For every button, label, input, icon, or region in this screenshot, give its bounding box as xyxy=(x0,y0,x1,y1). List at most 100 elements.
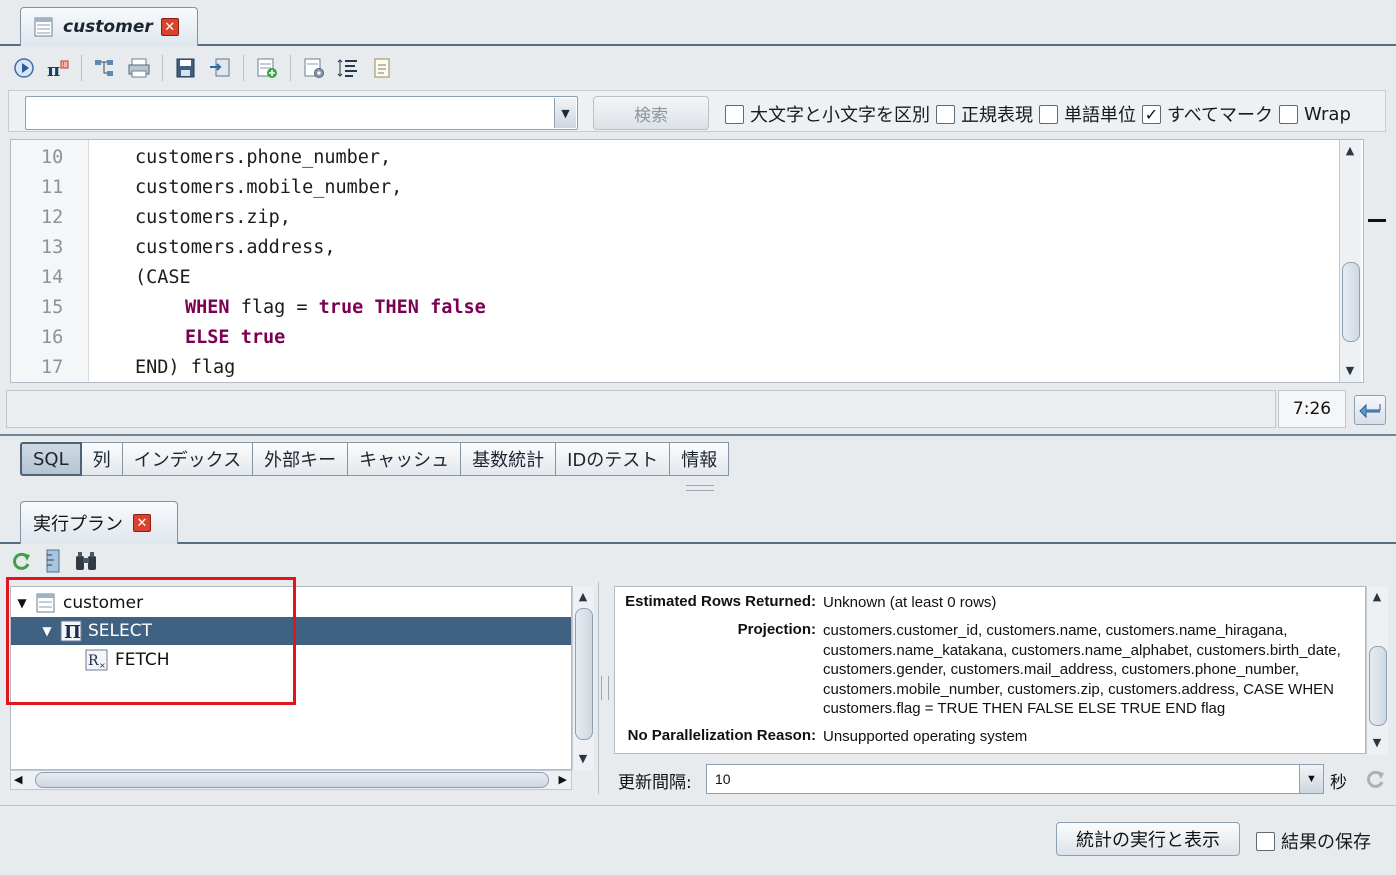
tab-0[interactable]: SQL xyxy=(20,442,82,476)
scroll-left-icon[interactable]: ◀ xyxy=(14,773,22,786)
regex-box[interactable] xyxy=(936,104,955,124)
refresh-interval-value: 10 xyxy=(715,771,731,787)
tree-icon[interactable] xyxy=(91,54,119,82)
export-icon[interactable] xyxy=(206,54,234,82)
code-text: ELSE true xyxy=(81,327,285,348)
back-button[interactable] xyxy=(1354,395,1386,425)
sql-editor[interactable]: 10 customers.phone_number, 11 customers.mob… xyxy=(10,139,1364,383)
vertical-splitter[interactable] xyxy=(598,582,599,794)
scroll-up-icon[interactable]: ▲ xyxy=(573,586,593,606)
regex-checkbox[interactable]: 正規表現 xyxy=(936,101,1033,127)
detail-key: Projection: xyxy=(737,621,816,638)
plan-tab-label: 実行プラン xyxy=(33,514,123,535)
toolbar-separator xyxy=(81,55,82,81)
search-button[interactable]: 検索 xyxy=(593,96,709,130)
code-line: 11 customers.mobile_number, xyxy=(11,172,402,202)
case-sensitive-checkbox[interactable]: 大文字と小文字を区別 xyxy=(725,101,930,127)
tree-horizontal-scrollbar[interactable]: ◀ ▶ xyxy=(10,770,572,790)
close-icon[interactable]: ✕ xyxy=(133,514,151,532)
tab-6[interactable]: IDのテスト xyxy=(556,442,671,476)
plan-tab-strip xyxy=(0,498,1396,544)
binoculars-icon[interactable] xyxy=(74,550,98,576)
mark-all-box[interactable]: ✓ xyxy=(1142,104,1161,124)
wrap-checkbox[interactable]: Wrap xyxy=(1279,104,1351,125)
scroll-thumb[interactable] xyxy=(1369,646,1387,726)
tab-1[interactable]: 列 xyxy=(81,442,123,476)
plan-tab[interactable]: 実行プラン ✕ xyxy=(20,501,178,544)
details-vertical-scrollbar[interactable]: ▲ ▼ xyxy=(1366,586,1388,754)
code-text: customers.address, xyxy=(81,237,335,258)
wrap-box[interactable] xyxy=(1279,104,1299,124)
line-number: 12 xyxy=(41,206,64,228)
line-number: 11 xyxy=(41,176,64,198)
sql-token: customers.zip, xyxy=(135,206,291,228)
scroll-up-icon[interactable]: ▲ xyxy=(1367,586,1387,606)
save-results-label: 結果の保存 xyxy=(1281,832,1371,853)
explain-icon[interactable]: π! xyxy=(44,54,72,82)
save-results-box[interactable] xyxy=(1256,831,1275,851)
toolbar-separator xyxy=(243,55,244,81)
run-statistics-button[interactable]: 統計の実行と表示 xyxy=(1056,822,1240,856)
code-line: 12 customers.zip, xyxy=(11,202,291,232)
cursor-position: 7:26 xyxy=(1278,390,1346,428)
mark-all-label: すべてマーク xyxy=(1167,105,1274,126)
save-icon[interactable] xyxy=(172,54,200,82)
chevron-down-icon[interactable]: ▼ xyxy=(554,98,576,128)
refresh-icon[interactable] xyxy=(10,550,32,576)
sql-token: customers.address, xyxy=(135,236,336,258)
chevron-down-icon[interactable]: ▼ xyxy=(1299,765,1323,793)
splitter-handle[interactable] xyxy=(686,485,714,491)
whole-word-box[interactable] xyxy=(1039,104,1058,124)
code-text: WHEN flag = true THEN false xyxy=(81,297,486,318)
overview-ruler-marker xyxy=(1368,219,1386,222)
detail-value: Unknown (at least 0 rows) xyxy=(823,594,997,611)
search-input[interactable]: ▼ xyxy=(25,96,578,130)
editor-toolbar: π! xyxy=(0,48,1396,88)
ruler-icon[interactable] xyxy=(42,549,64,577)
refresh-interval-input[interactable]: 10 ▼ xyxy=(706,764,1324,794)
settings-icon[interactable] xyxy=(300,54,328,82)
scroll-right-icon[interactable]: ▶ xyxy=(559,773,567,786)
close-icon[interactable]: ✕ xyxy=(160,18,179,36)
plan-toolbar xyxy=(10,548,98,578)
highlight-box xyxy=(6,577,296,705)
scroll-thumb[interactable] xyxy=(575,608,593,740)
run-icon[interactable] xyxy=(10,54,38,82)
footer-divider xyxy=(0,805,1396,806)
format-icon[interactable] xyxy=(334,54,362,82)
notes-icon[interactable] xyxy=(368,54,396,82)
auto-refresh-icon[interactable] xyxy=(1364,768,1386,794)
mark-all-checkbox[interactable]: ✓ すべてマーク xyxy=(1142,101,1273,127)
tab-3[interactable]: 外部キー xyxy=(253,442,349,476)
sql-token: flag = xyxy=(229,296,319,318)
add-row-icon[interactable] xyxy=(253,54,281,82)
document-tab-strip xyxy=(0,0,1396,46)
sql-token: customers.phone_number, xyxy=(135,146,392,168)
scroll-thumb[interactable] xyxy=(35,772,549,788)
tree-vertical-scrollbar[interactable]: ▲ ▼ xyxy=(572,586,594,770)
splitter-grip[interactable] xyxy=(601,676,609,700)
save-results-checkbox[interactable]: 結果の保存 xyxy=(1256,828,1371,854)
tab-4[interactable]: キャッシュ xyxy=(348,442,462,476)
sql-keyword: WHEN xyxy=(185,296,230,318)
regex-label: 正規表現 xyxy=(961,105,1033,126)
scroll-down-icon[interactable]: ▼ xyxy=(1367,732,1387,752)
editor-vertical-scrollbar[interactable]: ▲ ▼ xyxy=(1339,140,1361,382)
whole-word-checkbox[interactable]: 単語単位 xyxy=(1039,101,1136,127)
sql-token: END) flag xyxy=(135,356,236,378)
document-tab-customer[interactable]: customer ✕ xyxy=(20,7,198,46)
tab-5[interactable]: 基数統計 xyxy=(461,442,557,476)
print-icon[interactable] xyxy=(125,54,153,82)
code-line: 10 customers.phone_number, xyxy=(11,142,391,172)
tab-7[interactable]: 情報 xyxy=(670,442,730,476)
scroll-up-icon[interactable]: ▲ xyxy=(1340,140,1360,160)
case-sensitive-box[interactable] xyxy=(725,104,744,124)
scroll-down-icon[interactable]: ▼ xyxy=(573,748,593,768)
tab-2[interactable]: インデックス xyxy=(122,442,254,476)
refresh-interval-label: 更新間隔: xyxy=(618,773,692,793)
scroll-down-icon[interactable]: ▼ xyxy=(1340,360,1360,380)
sql-keyword: true xyxy=(240,326,286,348)
scroll-thumb[interactable] xyxy=(1342,262,1360,342)
sql-keyword: THEN xyxy=(374,296,419,318)
